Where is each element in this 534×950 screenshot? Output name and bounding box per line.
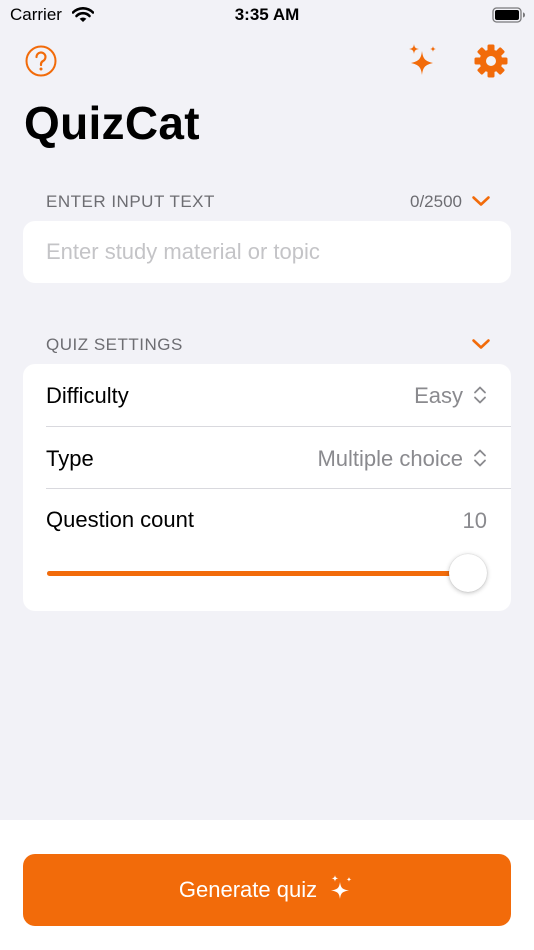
generate-quiz-label: Generate quiz <box>178 877 318 902</box>
sparkles-button[interactable] <box>403 42 441 80</box>
input-section-header: ENTER INPUT TEXT <box>46 192 215 211</box>
status-bar: Carrier 3:35 AM <box>0 0 534 34</box>
sparkles-icon <box>329 874 355 907</box>
chevron-down-icon <box>472 339 490 349</box>
type-label: Type <box>46 446 94 471</box>
chevron-up-down-icon <box>473 448 487 473</box>
status-time: 3:35 AM <box>234 5 300 24</box>
type-picker[interactable]: Type Multiple choice <box>23 427 511 489</box>
settings-collapse-button[interactable] <box>471 337 491 356</box>
question-count-label: Question count <box>46 507 194 532</box>
settings-button[interactable] <box>472 42 510 80</box>
gear-icon <box>474 44 508 78</box>
type-value: Multiple choice <box>317 446 463 471</box>
difficulty-label: Difficulty <box>46 383 129 408</box>
input-card <box>23 221 511 283</box>
question-count-slider-fill <box>47 571 467 576</box>
battery-icon <box>492 7 526 28</box>
input-collapse-button[interactable] <box>471 194 491 213</box>
help-button[interactable] <box>24 44 58 78</box>
app-title: QuizCat <box>24 97 200 149</box>
question-circle-icon <box>25 45 57 77</box>
question-count-slider-thumb[interactable] <box>449 554 487 592</box>
difficulty-picker[interactable]: Difficulty Easy <box>23 364 511 426</box>
generate-quiz-button[interactable]: Generate quiz <box>23 854 511 926</box>
settings-section-header: QUIZ SETTINGS <box>46 335 183 354</box>
difficulty-value: Easy <box>414 383 463 408</box>
chevron-down-icon <box>472 196 490 206</box>
character-counter: 0/2500 <box>410 192 462 211</box>
question-count-value: 10 <box>462 508 487 533</box>
study-material-input[interactable] <box>46 221 496 283</box>
chevron-up-down-icon <box>473 385 487 410</box>
divider <box>46 488 511 489</box>
sparkles-icon <box>409 44 436 75</box>
